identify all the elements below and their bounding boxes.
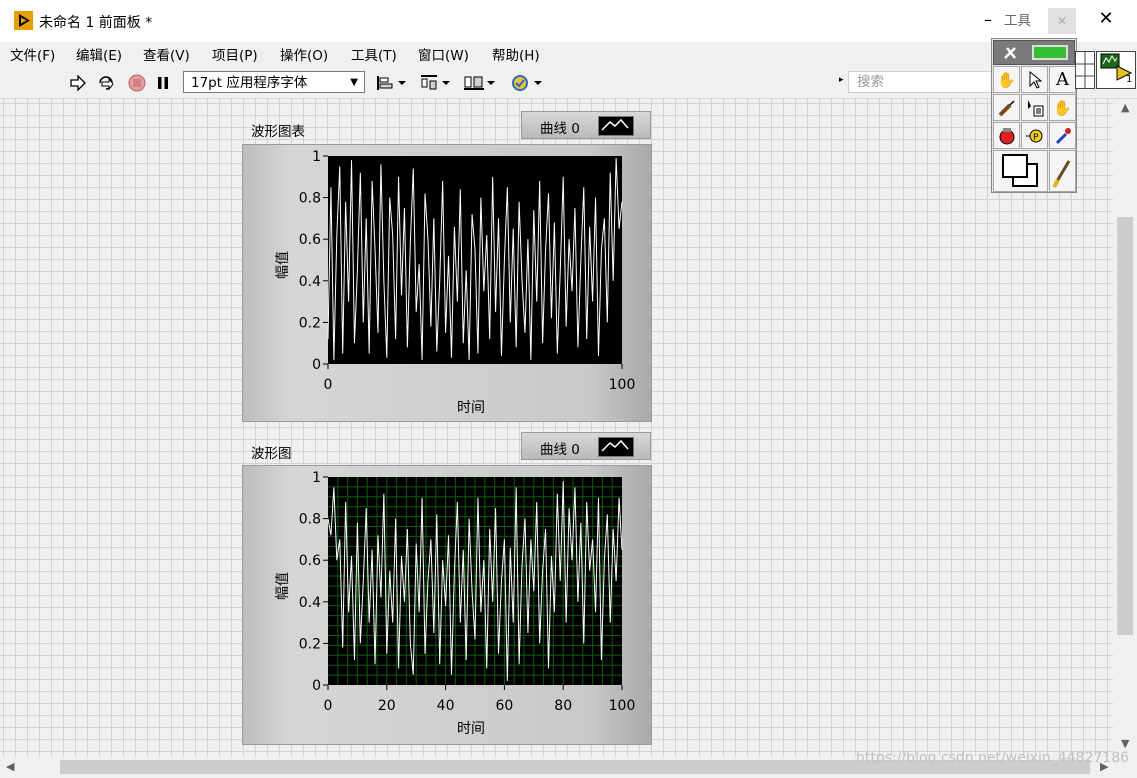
y-tick-label: 1 xyxy=(312,149,321,165)
svg-text:P: P xyxy=(1033,133,1039,143)
menu-bar: 文件(F) 编辑(E) 查看(V) 项目(P) 操作(O) 工具(T) 窗口(W… xyxy=(0,42,1137,66)
scroll-up-icon[interactable]: ▲ xyxy=(1121,101,1129,114)
scroll-window-icon[interactable]: ✋ xyxy=(1049,94,1076,121)
reorder-icon[interactable] xyxy=(510,73,544,93)
legend-label: 曲线 0 xyxy=(540,442,580,458)
minimize-button[interactable]: – xyxy=(978,10,998,32)
connector-number: 1 xyxy=(1126,74,1133,85)
waveform-graph-plot: 0 0.2 0.4 0.6 0.8 1 0 20 40 60 80 100 时间 幅值 xyxy=(275,470,636,737)
y-tick-label: 0.8 xyxy=(299,512,321,528)
y-tick-label: 0.4 xyxy=(299,274,321,290)
y-tick-label: 0 xyxy=(312,357,321,373)
vertical-scroll-thumb[interactable] xyxy=(1117,217,1133,635)
y-tick-label: 0.6 xyxy=(299,553,321,569)
labview-app-icon xyxy=(14,11,33,30)
tools-palette-close-button[interactable]: ✕ xyxy=(1048,8,1076,34)
menu-file[interactable]: 文件(F) xyxy=(10,44,55,64)
font-select[interactable]: 17pt 应用程序字体 ▼ xyxy=(183,71,365,93)
x-tick-label: 40 xyxy=(437,698,455,714)
y-tick-label: 0.4 xyxy=(299,595,321,611)
toolbar: 17pt 应用程序字体 ▼ ▸ 搜索 xyxy=(0,67,1137,99)
abort-execution-icon[interactable] xyxy=(126,73,148,93)
menu-help[interactable]: 帮助(H) xyxy=(492,44,540,64)
resize-objects-icon[interactable] xyxy=(463,73,497,93)
x-tick-label: 0 xyxy=(324,698,333,714)
y-tick-label: 0 xyxy=(312,678,321,694)
get-color-icon[interactable] xyxy=(1049,122,1076,149)
tools-palette-title: 工具 xyxy=(1004,13,1031,29)
search-placeholder: 搜索 xyxy=(857,74,884,90)
window-title: 未命名 1 前面板 * xyxy=(39,15,153,31)
menu-view[interactable]: 查看(V) xyxy=(143,44,190,64)
probe-icon[interactable]: P xyxy=(1021,122,1048,149)
run-arrow-icon[interactable] xyxy=(68,73,88,93)
menu-operate[interactable]: 操作(O) xyxy=(280,44,328,64)
graph-label: 波形图 xyxy=(251,446,292,462)
plot-legend[interactable]: 曲线 0 xyxy=(521,432,651,460)
y-tick-label: 0.2 xyxy=(299,636,321,652)
menu-edit[interactable]: 编辑(E) xyxy=(76,44,122,64)
title-bar: 未命名 1 前面板 * – ✕ xyxy=(0,0,1137,42)
auto-tool-icon[interactable] xyxy=(993,40,1075,65)
menu-project[interactable]: 项目(P) xyxy=(212,44,258,64)
object-shortcut-menu-icon[interactable] xyxy=(1021,94,1048,121)
set-color-icon[interactable] xyxy=(993,150,1048,192)
y-tick-label: 0.8 xyxy=(299,191,321,207)
run-continuously-icon[interactable] xyxy=(95,73,117,93)
y-tick-label: 0.6 xyxy=(299,232,321,248)
y-axis-title: 幅值 xyxy=(275,572,291,600)
front-panel-canvas[interactable]: 波形图表 曲线 0 0 0.2 0.4 0.6 0.8 1 0 100 时间 幅值 波形图 曲线 … xyxy=(0,99,1113,756)
scroll-down-icon[interactable]: ▼ xyxy=(1121,737,1129,750)
chevron-down-icon: ▼ xyxy=(350,77,358,88)
position-size-icon[interactable] xyxy=(1021,66,1048,93)
pause-icon[interactable] xyxy=(153,73,173,93)
plot-legend[interactable]: 曲线 0 xyxy=(521,111,651,139)
waveform-chart[interactable]: 0 0.2 0.4 0.6 0.8 1 0 100 时间 幅值 xyxy=(242,144,652,422)
operate-value-icon[interactable]: ✋ xyxy=(993,66,1020,93)
x-tick-label: 60 xyxy=(495,698,513,714)
search-expand-icon[interactable]: ▸ xyxy=(839,75,844,85)
search-input[interactable]: 搜索 xyxy=(848,71,1008,93)
vi-icon[interactable]: 1 xyxy=(1096,51,1136,89)
legend-line-icon xyxy=(598,437,634,457)
edit-text-icon[interactable]: A xyxy=(1049,66,1076,93)
x-tick-label: 80 xyxy=(554,698,572,714)
close-window-button[interactable]: ✕ xyxy=(1094,8,1118,32)
y-tick-label: 0.2 xyxy=(299,315,321,331)
x-tick-label: 100 xyxy=(609,377,636,393)
chart-label: 波形图表 xyxy=(251,124,305,140)
connector-pane[interactable] xyxy=(1075,51,1095,89)
x-axis-title: 时间 xyxy=(457,721,485,737)
x-tick-label: 100 xyxy=(609,698,636,714)
distribute-objects-icon[interactable] xyxy=(420,73,452,93)
align-objects-icon[interactable] xyxy=(376,73,408,93)
tools-palette: ✋ A ✋ P xyxy=(991,38,1077,193)
y-tick-label: 1 xyxy=(312,470,321,486)
y-axis-title: 幅值 xyxy=(275,251,291,279)
x-axis-title: 时间 xyxy=(457,400,485,416)
legend-line-icon xyxy=(598,116,634,136)
connect-wire-icon[interactable] xyxy=(993,94,1020,121)
x-tick-label: 20 xyxy=(378,698,396,714)
menu-tools[interactable]: 工具(T) xyxy=(351,44,397,64)
watermark: https://blog.csdn.net/weixin_44827186 xyxy=(856,750,1130,766)
vertical-scrollbar[interactable]: ▲ ▼ xyxy=(1113,99,1137,756)
waveform-graph[interactable]: 0 0.2 0.4 0.6 0.8 1 0 20 40 60 80 100 时间 幅值 xyxy=(242,465,652,745)
menu-window[interactable]: 窗口(W) xyxy=(418,44,469,64)
waveform-chart-plot: 0 0.2 0.4 0.6 0.8 1 0 100 时间 幅值 xyxy=(275,149,636,416)
scroll-left-icon[interactable]: ◀ xyxy=(6,760,14,773)
legend-label: 曲线 0 xyxy=(540,121,580,137)
x-tick-label: 0 xyxy=(324,377,333,393)
paintbrush-icon[interactable] xyxy=(1049,150,1076,192)
breakpoint-icon[interactable] xyxy=(993,122,1020,149)
font-select-value: 17pt 应用程序字体 xyxy=(191,75,308,91)
